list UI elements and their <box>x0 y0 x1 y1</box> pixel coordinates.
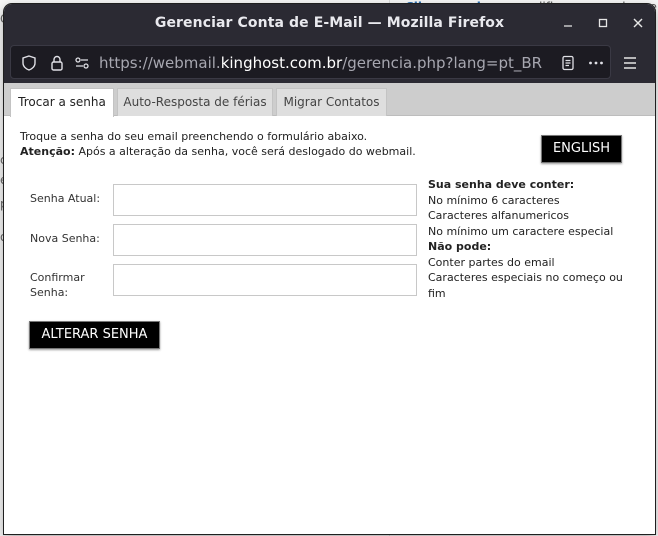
lock-icon[interactable] <box>48 54 66 72</box>
rule-item: Caracteres especiais no começo ou fim <box>428 271 623 300</box>
confirm-label-line: Senha: <box>30 286 69 299</box>
tab-migrar-contatos[interactable]: Migrar Contatos <box>276 88 387 116</box>
attention-label: Atenção: <box>20 145 75 158</box>
rule-item: Caracteres alfanumericos <box>428 209 570 222</box>
reader-view-icon[interactable] <box>559 54 577 72</box>
rule-item: No mínimo um caractere especial <box>428 224 614 238</box>
change-password-button[interactable]: ALTERAR SENHA <box>29 321 160 349</box>
permissions-icon[interactable] <box>73 54 91 72</box>
intro-text: Troque a senha do seu email preenchendo … <box>20 129 416 159</box>
rules-cannot-heading: Não pode: <box>428 240 492 253</box>
intro-line: Troque a senha do seu email preenchendo … <box>20 130 368 143</box>
tab-trocar-senha[interactable]: Trocar a senha <box>10 88 114 117</box>
more-actions-icon[interactable] <box>587 54 605 72</box>
confirm-label-line: Confirmar <box>30 271 85 284</box>
page-content: Trocar a senha Auto-Resposta de férias M… <box>4 83 655 534</box>
new-password-label: Nova Senha: <box>30 232 100 245</box>
tab-strip: Trocar a senha Auto-Resposta de férias M… <box>4 83 655 117</box>
title-bar[interactable]: Gerenciar Conta de E-Mail — Mozilla Fire… <box>4 4 655 43</box>
close-icon[interactable] <box>628 13 648 33</box>
url-path: /gerencia.php?lang=pt_BR <box>342 54 543 72</box>
minimize-icon[interactable] <box>558 13 578 33</box>
current-password-label: Senha Atual: <box>30 192 101 205</box>
url-text[interactable]: https://webmail.kinghost.com.br/gerencia… <box>99 54 542 72</box>
tab-auto-resposta[interactable]: Auto-Resposta de férias <box>117 88 273 116</box>
browser-window: Gerenciar Conta de E-Mail — Mozilla Fire… <box>4 4 655 534</box>
rule-item: Conter partes do email <box>428 255 555 269</box>
url-prefix: https://webmail. <box>99 54 221 72</box>
navigation-bar: https://webmail.kinghost.com.br/gerencia… <box>4 43 655 83</box>
confirm-password-input[interactable] <box>113 264 417 296</box>
hamburger-menu-icon[interactable] <box>619 53 641 73</box>
shield-icon[interactable] <box>20 54 38 72</box>
attention-text: Após a alteração da senha, você será des… <box>74 145 416 158</box>
current-password-input[interactable] <box>113 184 417 216</box>
maximize-icon[interactable] <box>593 13 613 33</box>
rule-item: No mínimo 6 caracteres <box>428 193 560 207</box>
attention-line: Atenção: Após a alteração da senha, você… <box>20 144 416 159</box>
url-bar[interactable]: https://webmail.kinghost.com.br/gerencia… <box>10 45 611 79</box>
password-rules: Sua senha deve conter: No mínimo 6 carac… <box>428 177 638 301</box>
url-domain: kinghost.com.br <box>220 54 343 72</box>
english-button[interactable]: ENGLISH <box>541 135 622 163</box>
confirm-password-label: Confirmar Senha: <box>30 270 85 300</box>
rules-must-heading: Sua senha deve conter: <box>428 178 575 191</box>
new-password-input[interactable] <box>113 224 417 256</box>
